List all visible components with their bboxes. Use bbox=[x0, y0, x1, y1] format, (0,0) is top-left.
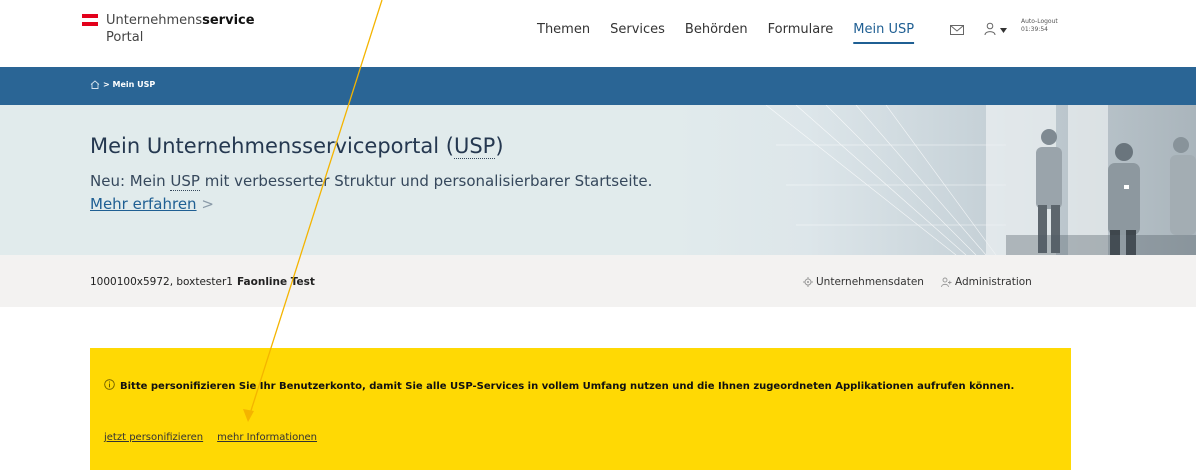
administration-link[interactable]: Administration bbox=[941, 276, 1032, 288]
info-icon bbox=[104, 379, 115, 390]
hero-banner: Mein Unternehmensserviceportal (USP) Neu… bbox=[0, 105, 1196, 255]
main-nav: Themen Services Behörden Formulare Mein … bbox=[537, 22, 934, 37]
hero-subtitle: Neu: Mein USP mit verbesserter Struktur … bbox=[90, 172, 653, 213]
auto-logout-timer: Auto-Logout 01:39:54 bbox=[1021, 18, 1058, 34]
nav-item-formulare[interactable]: Formulare bbox=[768, 22, 834, 37]
nav-item-mein-usp[interactable]: Mein USP bbox=[853, 22, 914, 37]
office-people-image bbox=[676, 105, 1196, 255]
austria-flag-icon bbox=[82, 14, 98, 26]
notice-links: jetzt personifizieren mehr Informationen bbox=[104, 432, 331, 443]
notice-message: Bitte personifizieren Sie Ihr Benutzerko… bbox=[104, 376, 1034, 398]
caret-down-icon[interactable] bbox=[1000, 28, 1007, 33]
account-bar: 1000100x5972, boxtester1 Faonline Test Un… bbox=[0, 255, 1196, 307]
unternehmensdaten-link[interactable]: Unternehmensdaten bbox=[803, 276, 924, 288]
usp-abbreviation-sub: USP bbox=[170, 172, 200, 191]
auto-logout-label: Auto-Logout bbox=[1021, 18, 1058, 25]
notice-text: Bitte personifizieren Sie Ihr Benutzerko… bbox=[120, 381, 1015, 392]
account-id: 1000100x5972, boxtester1 bbox=[90, 276, 233, 288]
logo-line2: Portal bbox=[106, 30, 144, 45]
page-title: Mein Unternehmensserviceportal (USP) bbox=[90, 134, 504, 159]
nav-item-themen[interactable]: Themen bbox=[537, 22, 590, 37]
gear-icon bbox=[803, 277, 813, 287]
nav-item-behoerden[interactable]: Behörden bbox=[685, 22, 748, 37]
breadcrumb: > Mein USP bbox=[90, 80, 155, 89]
mehr-informationen-link[interactable]: mehr Informationen bbox=[217, 432, 317, 443]
logo-text: Unternehmensservice Portal bbox=[106, 12, 306, 46]
logo-line1: Unternehmensservice bbox=[106, 13, 255, 28]
chevron-right-icon: > bbox=[201, 195, 214, 213]
breadcrumb-bar: > Mein USP bbox=[0, 67, 1196, 105]
users-icon bbox=[941, 277, 952, 287]
administration-label: Administration bbox=[955, 276, 1032, 288]
unternehmensdaten-label: Unternehmensdaten bbox=[816, 276, 924, 288]
nav-item-services[interactable]: Services bbox=[610, 22, 665, 37]
user-icon[interactable] bbox=[984, 22, 996, 36]
account-name: Faonline Test bbox=[236, 276, 315, 288]
home-icon[interactable] bbox=[90, 80, 100, 89]
mail-icon[interactable] bbox=[950, 24, 964, 36]
mehr-erfahren-link[interactable]: Mehr erfahren bbox=[90, 195, 197, 213]
auto-logout-time: 01:39:54 bbox=[1021, 26, 1048, 33]
breadcrumb-current: Mein USP bbox=[112, 80, 156, 89]
account-info: 1000100x5972, boxtester1 Faonline Test bbox=[90, 276, 315, 288]
jetzt-personifizieren-link[interactable]: jetzt personifizieren bbox=[104, 432, 203, 443]
breadcrumb-separator: > bbox=[103, 80, 113, 89]
usp-abbreviation: USP bbox=[453, 134, 496, 159]
personalization-notice: Bitte personifizieren Sie Ihr Benutzerko… bbox=[90, 348, 1071, 470]
site-header: Unternehmensservice Portal Themen Servic… bbox=[0, 0, 1196, 66]
